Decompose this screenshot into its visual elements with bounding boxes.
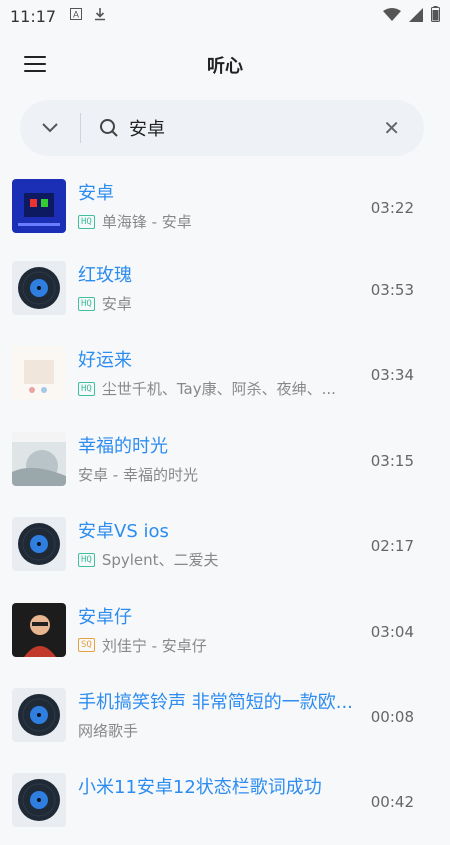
status-right: [383, 6, 440, 26]
quality-badge: HQ: [78, 214, 95, 229]
song-artist: 刘佳宁 - 安卓仔: [101, 636, 207, 655]
song-artist: Spylent、二爱夫: [101, 551, 219, 570]
song-meta: HQ 单海锋 - 安卓: [78, 211, 192, 232]
song-title: 安卓仔: [78, 606, 132, 628]
song-row[interactable]: 安卓VS ios HQ Spylent、二爱夫 02:17: [0, 503, 450, 588]
song-meta: SQ 刘佳宁 - 安卓仔: [78, 635, 207, 656]
signal-icon: [409, 7, 423, 26]
song-artist: 网络歌手: [78, 721, 139, 740]
song-duration: 03:04: [370, 622, 414, 641]
album-cover: [12, 517, 66, 572]
song-row[interactable]: 小米11安卓12状态栏歌词成功 00:42: [0, 759, 450, 844]
song-duration: 03:22: [370, 199, 414, 217]
status-bar: 11:17 A: [0, 0, 450, 32]
song-artist: 尘世千机、Tay康、阿杀、夜绅、...: [101, 380, 336, 399]
search-divider: [80, 113, 81, 143]
album-cover: [12, 773, 66, 828]
song-title: 安卓: [78, 183, 114, 204]
album-cover: [12, 346, 66, 401]
album-cover: [12, 261, 66, 315]
battery-icon: [431, 6, 440, 26]
song-duration: 03:34: [370, 366, 414, 385]
song-row[interactable]: 好运来 HQ 尘世千机、Tay康、阿杀、夜绅、... 03:34: [0, 332, 450, 417]
album-cover: [12, 431, 66, 486]
app-bar: 听心: [0, 40, 450, 90]
close-icon[interactable]: ✕: [383, 116, 400, 140]
search-bar: ✕: [20, 100, 424, 156]
svg-text:A: A: [73, 10, 79, 20]
song-meta: HQ 尘世千机、Tay康、阿杀、夜绅、...: [78, 378, 336, 399]
song-duration: 03:15: [370, 451, 414, 470]
song-artist: 安卓 - 幸福的时光: [78, 465, 198, 484]
quality-badge: HQ: [78, 552, 95, 567]
a-icon: A: [70, 8, 83, 24]
song-artist: 单海锋 - 安卓: [101, 213, 192, 231]
hamburger-icon[interactable]: [24, 56, 46, 74]
song-row[interactable]: 幸福的时光安卓 - 幸福的时光 03:15: [0, 418, 450, 503]
song-title: 手机搞笑铃声 非常简短的一款欧...: [78, 691, 353, 713]
song-row[interactable]: 安卓 HQ 单海锋 - 安卓 03:22: [0, 165, 450, 247]
status-time: 11:17: [10, 6, 57, 26]
song-duration: 02:17: [370, 537, 414, 556]
song-duration: 03:53: [370, 281, 414, 299]
song-duration: 00:42: [370, 793, 414, 812]
search-input[interactable]: [127, 116, 371, 140]
song-list: 安卓 HQ 单海锋 - 安卓 03:22 红玫瑰 HQ 安卓 03:53 好运来 HQ 尘世千机、T…: [0, 165, 450, 845]
quality-badge: HQ: [78, 381, 95, 396]
search-icon: [99, 118, 119, 138]
song-row[interactable]: 手机搞笑铃声 非常简短的一款欧... 网络歌手 00:08: [0, 674, 450, 759]
song-title: 小米11安卓12状态栏歌词成功: [78, 777, 322, 799]
album-cover: [12, 179, 66, 233]
song-title: 红玫瑰: [78, 265, 132, 286]
song-title: 好运来: [78, 350, 132, 372]
song-meta: 网络歌手: [78, 720, 138, 741]
chevron-down-icon[interactable]: [20, 100, 80, 156]
song-meta: 安卓 - 幸福的时光: [78, 464, 198, 485]
wifi-icon: [383, 7, 401, 26]
song-title: 安卓VS ios: [78, 521, 169, 543]
song-duration: 00:08: [370, 707, 414, 726]
album-cover: [12, 602, 66, 657]
song-row[interactable]: 红玫瑰 HQ 安卓 03:53: [0, 247, 450, 332]
album-cover: [12, 687, 66, 742]
song-meta: HQ Spylent、二爱夫: [78, 549, 219, 570]
download-icon: [94, 7, 106, 25]
song-meta: HQ 安卓: [78, 293, 132, 314]
song-artist: 安卓: [101, 295, 132, 313]
song-title: 幸福的时光: [78, 435, 168, 457]
quality-badge: SQ: [78, 638, 95, 653]
page-title: 听心: [207, 56, 243, 77]
song-row[interactable]: 安卓仔 SQ 刘佳宁 - 安卓仔 03:04: [0, 589, 450, 674]
quality-badge: HQ: [78, 296, 95, 311]
